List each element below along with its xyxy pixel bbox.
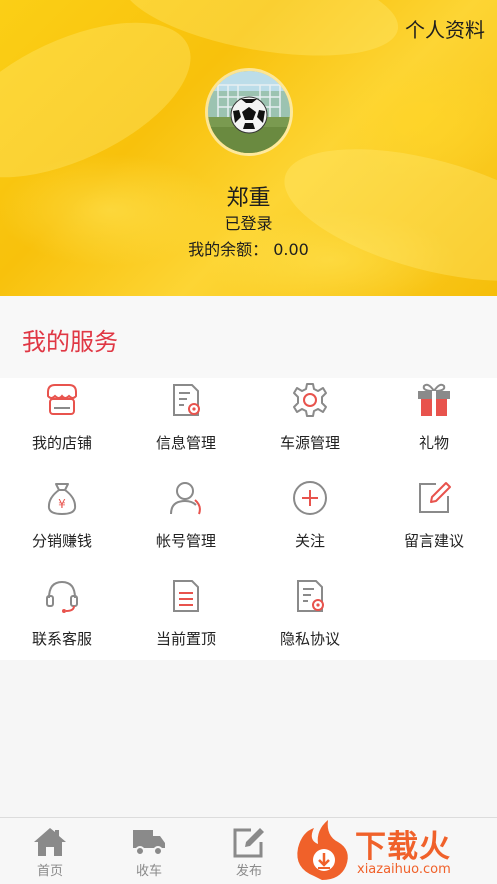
service-follow[interactable]: 关注 bbox=[248, 478, 372, 574]
document-icon bbox=[173, 580, 199, 612]
tab-label: 收车 bbox=[135, 864, 162, 879]
document-gear-icon bbox=[297, 580, 324, 612]
service-distribution-earn[interactable]: ¥ 分销赚钱 bbox=[0, 478, 124, 574]
home-icon bbox=[34, 828, 66, 856]
tab-publish[interactable]: 发布 bbox=[199, 818, 299, 884]
document-gear-icon bbox=[173, 384, 200, 416]
tab-home[interactable]: 首页 bbox=[0, 818, 100, 884]
service-feedback[interactable]: 留言建议 bbox=[372, 478, 496, 574]
service-label: 信息管理 bbox=[155, 434, 216, 452]
services-title: 我的服务 bbox=[22, 328, 118, 356]
tab-label: 发布 bbox=[235, 864, 262, 879]
tab-label: 首页 bbox=[36, 864, 63, 879]
service-car-source-management[interactable]: 车源管理 bbox=[248, 380, 372, 476]
service-privacy-agreement[interactable]: 隐私协议 bbox=[248, 576, 372, 672]
balance: 我的余额： 0.00 bbox=[0, 236, 497, 260]
service-label: 隐私协议 bbox=[279, 630, 340, 648]
plus-circle-icon bbox=[293, 481, 327, 515]
profile-link[interactable]: 个人资料 bbox=[405, 14, 485, 43]
edit-icon bbox=[233, 828, 264, 858]
username: 郑重 bbox=[226, 186, 271, 211]
service-label: 留言建议 bbox=[403, 532, 464, 550]
shop-icon bbox=[47, 384, 77, 415]
service-gift[interactable]: 礼物 bbox=[372, 380, 496, 476]
balance-value: 0.00 bbox=[273, 240, 309, 259]
gear-icon bbox=[293, 383, 327, 417]
service-label: 当前置顶 bbox=[155, 630, 216, 648]
header-decoration bbox=[0, 0, 214, 210]
service-current-top[interactable]: 当前置顶 bbox=[124, 576, 248, 672]
gift-icon bbox=[418, 383, 450, 416]
user-icon bbox=[170, 482, 201, 515]
avatar[interactable] bbox=[205, 68, 293, 156]
service-label: 分销赚钱 bbox=[31, 532, 92, 550]
edit-icon bbox=[419, 482, 451, 513]
service-label: 关注 bbox=[294, 532, 325, 550]
money-bag-icon: ¥ bbox=[47, 483, 77, 516]
services-grid: 我的店铺 信息管理 车源管理 礼物 ¥ 分销赚钱 帐号管理 关注 留言建议 联系… bbox=[0, 378, 497, 660]
balance-label: 我的余额： bbox=[188, 240, 269, 259]
login-status: 已登录 bbox=[224, 214, 273, 233]
watermark-text: 下载火 bbox=[355, 829, 451, 865]
service-account-management[interactable]: 帐号管理 bbox=[124, 478, 248, 574]
watermark-url: xiazaihuo.com bbox=[357, 862, 451, 877]
service-label: 礼物 bbox=[418, 434, 449, 452]
headset-icon bbox=[46, 580, 78, 613]
soccer-ball-avatar-image bbox=[208, 71, 290, 153]
truck-icon bbox=[133, 830, 165, 856]
service-info-management[interactable]: 信息管理 bbox=[124, 380, 248, 476]
service-contact-support[interactable]: 联系客服 bbox=[0, 576, 124, 672]
svg-text:¥: ¥ bbox=[58, 497, 66, 511]
service-label: 帐号管理 bbox=[155, 532, 216, 550]
tab-collect-car[interactable]: 收车 bbox=[99, 818, 199, 884]
service-label: 联系客服 bbox=[31, 630, 92, 648]
service-label: 我的店铺 bbox=[31, 434, 92, 452]
service-my-shop[interactable]: 我的店铺 bbox=[0, 380, 124, 476]
service-label: 车源管理 bbox=[279, 434, 340, 452]
